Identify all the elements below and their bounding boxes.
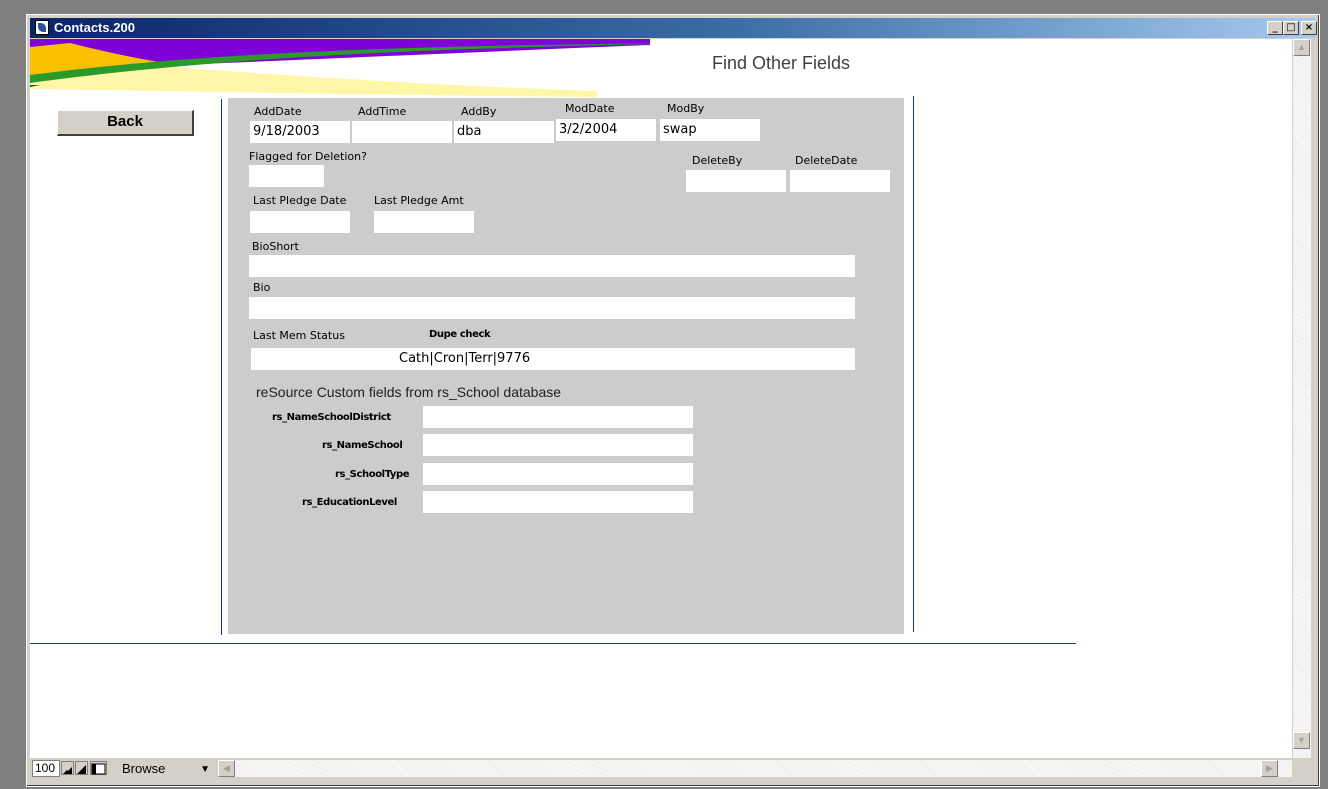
back-button[interactable]: Back: [57, 110, 194, 136]
scroll-left-arrow-icon[interactable]: ◀: [218, 760, 235, 777]
rs-education-level-label: rs_EducationLevel: [302, 497, 397, 508]
delete-date-label: DeleteDate: [795, 154, 858, 167]
rs-education-level-field[interactable]: [423, 491, 693, 513]
last-pledge-date-field[interactable]: [250, 211, 350, 233]
add-by-field[interactable]: dba: [454, 121, 554, 143]
rs-school-type-field[interactable]: [423, 463, 693, 485]
bio-short-label: BioShort: [252, 240, 299, 253]
delete-by-field[interactable]: [686, 170, 786, 192]
add-time-field[interactable]: [352, 121, 452, 143]
rs-name-school-district-field[interactable]: [423, 406, 693, 428]
dupe-check-label: Dupe check: [429, 329, 491, 340]
toggle-status-area-icon[interactable]: [90, 761, 107, 775]
fields-panel: AddDate AddTime AddBy ModDate ModBy 9/18…: [228, 98, 904, 634]
vertical-scrollbar[interactable]: ▲ ▼: [1293, 39, 1311, 758]
add-time-label: AddTime: [358, 105, 407, 118]
left-guide-line: [221, 99, 222, 635]
last-pledge-date-label: Last Pledge Date: [253, 194, 347, 207]
status-bar: 100 Browse ▼ ◀ ▶: [30, 758, 1292, 780]
rs-name-school-field[interactable]: [423, 434, 693, 456]
delete-by-label: DeleteBy: [692, 154, 743, 167]
zoom-out-icon[interactable]: [61, 761, 74, 775]
window-frame: Contacts.200 _ □ × Find Other Fields Bac…: [26, 14, 1320, 787]
add-by-label: AddBy: [461, 105, 497, 118]
dropdown-arrow-icon[interactable]: ▼: [200, 761, 210, 778]
scroll-down-arrow-icon[interactable]: ▼: [1293, 732, 1310, 749]
custom-fields-heading: reSource Custom fields from rs_School da…: [256, 384, 562, 400]
bio-field[interactable]: [249, 297, 855, 319]
header-banner-graphic: [30, 39, 650, 97]
mode-selector-value: Browse: [122, 761, 166, 776]
mod-by-label: ModBy: [667, 102, 705, 115]
bio-short-field[interactable]: [249, 255, 855, 277]
mode-selector[interactable]: Browse ▼: [118, 760, 214, 777]
last-mem-status-field[interactable]: [251, 348, 412, 370]
layout-area: Find Other Fields Back AddDate AddTime A…: [30, 39, 1292, 758]
rs-name-school-district-label: rs_NameSchoolDistrict: [272, 412, 391, 423]
rs-name-school-label: rs_NameSchool: [322, 440, 403, 451]
rs-school-type-label: rs_SchoolType: [335, 469, 410, 480]
window-title: Contacts.200: [54, 20, 135, 35]
last-pledge-amt-field[interactable]: [374, 211, 474, 233]
delete-date-field[interactable]: [790, 170, 890, 192]
zoom-level[interactable]: 100: [32, 760, 60, 777]
dupe-check-field[interactable]: Cath|Cron|Terr|9776: [395, 348, 855, 370]
last-mem-status-label: Last Mem Status: [253, 329, 345, 342]
mod-date-label: ModDate: [565, 102, 615, 115]
add-date-field[interactable]: 9/18/2003: [250, 121, 350, 143]
close-button[interactable]: ×: [1301, 21, 1317, 35]
mod-date-field[interactable]: 3/2/2004: [556, 119, 656, 141]
zoom-in-icon[interactable]: [75, 761, 88, 775]
mod-by-field[interactable]: swap: [660, 119, 760, 141]
horizontal-scrollbar[interactable]: ◀ ▶: [218, 760, 1292, 777]
scroll-right-arrow-icon[interactable]: ▶: [1261, 760, 1278, 777]
title-bar[interactable]: Contacts.200 _ □ ×: [30, 18, 1317, 38]
flagged-label: Flagged for Deletion?: [249, 150, 367, 163]
body-boundary-line: [30, 643, 1076, 644]
last-pledge-amt-label: Last Pledge Amt: [374, 194, 464, 207]
maximize-button[interactable]: □: [1283, 21, 1299, 35]
app-icon[interactable]: [35, 20, 49, 35]
add-date-label: AddDate: [254, 105, 302, 118]
right-guide-line: [913, 96, 914, 632]
scroll-up-arrow-icon[interactable]: ▲: [1293, 39, 1310, 56]
flagged-field[interactable]: [249, 165, 324, 187]
layout-title: Find Other Fields: [712, 53, 851, 73]
minimize-button[interactable]: _: [1267, 21, 1283, 35]
bio-label: Bio: [253, 281, 271, 294]
